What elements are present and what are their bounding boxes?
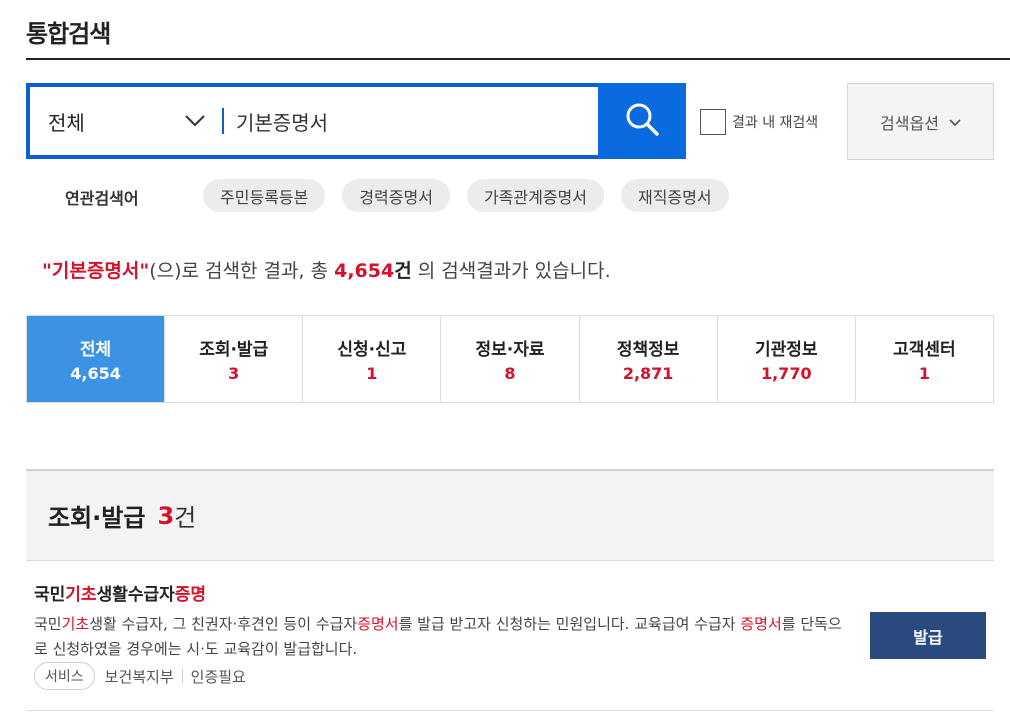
result-keyword-open-quote: " (42, 260, 52, 282)
search-options-button[interactable]: 검색옵션 (847, 83, 994, 160)
tab-all[interactable]: 전체 4,654 (27, 316, 165, 402)
desc-highlight: 기초 (61, 615, 90, 633)
tab-count: 2,871 (622, 364, 674, 383)
tab-application-report[interactable]: 신청·신고 1 (302, 316, 441, 402)
search-options-label: 검색옵션 (880, 113, 939, 133)
search-scope-select[interactable]: 전체 (30, 87, 222, 155)
tab-agency-info[interactable]: 기관정보 1,770 (716, 316, 855, 402)
tab-info-materials[interactable]: 정보·자료 8 (440, 316, 579, 402)
tab-label: 전체 (79, 340, 112, 360)
result-keyword-close-quote: " (139, 260, 150, 282)
tab-count: 1,770 (760, 364, 812, 383)
result-summary-tail: 의 검색결과가 있습니다. (411, 260, 611, 282)
issue-button[interactable]: 발급 (870, 612, 986, 659)
related-keyword-chip[interactable]: 재직증명서 (620, 179, 729, 212)
tab-count: 1 (918, 364, 930, 383)
result-item-description: 국민기초생활 수급자, 그 친권자·후견인 등이 수급자증명서를 발급 받고자 … (34, 612, 846, 662)
search-bar: 전체 (26, 83, 686, 159)
search-within-results[interactable]: 결과 내 재검색 (700, 109, 818, 135)
service-badge: 서비스 (34, 662, 95, 690)
title-text: 생활수급자 (96, 585, 175, 605)
section-header: 조회·발급 3 건 (26, 469, 994, 561)
title-divider (26, 58, 1010, 60)
result-divider (26, 710, 994, 711)
related-keyword-chip[interactable]: 경력증명서 (342, 179, 450, 212)
search-input[interactable] (224, 87, 598, 155)
desc-text: 생활 수급자, 그 친권자·후견인 등이 수급자 (89, 615, 358, 633)
tab-count: 4,654 (70, 364, 121, 383)
search-within-checkbox[interactable] (700, 109, 726, 135)
result-summary-text: (으)로 검색한 결과, 총 (149, 260, 335, 282)
search-within-label: 결과 내 재검색 (732, 115, 819, 131)
page-title: 통합검색 (26, 20, 111, 48)
desc-text: 를 발급 받고자 신청하는 민원입니다. 교육급여 수급자 (398, 615, 741, 633)
result-keyword: 기본증명서 (51, 260, 140, 282)
result-item-meta: 서비스 보건복지부 인증필요 (34, 662, 246, 690)
chevron-down-icon (184, 109, 206, 133)
category-tabs: 전체 4,654 조회·발급 3 신청·신고 1 정보·자료 8 정책정보 2,… (26, 315, 994, 403)
tab-customer-center[interactable]: 고객센터 1 (854, 316, 993, 402)
result-summary: "기본증명서"(으)로 검색한 결과, 총 4,654건 의 검색결과가 있습니… (42, 256, 611, 283)
agency-name: 보건복지부 (104, 667, 174, 686)
related-keyword-chip[interactable]: 주민등록등본 (203, 179, 326, 212)
desc-text: 국민 (34, 615, 62, 633)
tab-policy-info[interactable]: 정책정보 2,871 (578, 316, 717, 402)
tab-label: 신청·신고 (337, 340, 407, 360)
section-count-unit: 건 (174, 504, 197, 532)
result-count-unit: 건 (394, 260, 412, 282)
result-item-title[interactable]: 국민기초생활수급자증명 (34, 580, 206, 605)
chevron-down-icon (949, 112, 961, 131)
tab-count: 8 (504, 364, 516, 383)
related-keywords: 주민등록등본 경력증명서 가족관계증명서 재직증명서 (203, 179, 729, 212)
title-highlight: 기초 (65, 585, 97, 605)
tab-label: 고객센터 (893, 340, 956, 360)
desc-highlight: 증명서 (740, 615, 782, 633)
title-text: 국민 (34, 585, 66, 605)
section-title: 조회·발급 (48, 504, 146, 532)
meta-divider (181, 669, 183, 683)
section-count: 3 (157, 501, 175, 530)
tab-count: 3 (228, 364, 240, 383)
tab-label: 기관정보 (754, 340, 818, 360)
tab-count: 1 (366, 364, 378, 383)
desc-highlight: 증명서 (357, 615, 399, 633)
tab-inquiry-issuance[interactable]: 조회·발급 3 (164, 316, 303, 402)
search-button[interactable] (598, 83, 686, 159)
tab-label: 정책정보 (616, 340, 680, 360)
result-total-count: 4,654 (334, 260, 395, 282)
tab-label: 정보·자료 (475, 340, 545, 360)
related-keywords-label: 연관검색어 (65, 189, 139, 208)
tab-label: 조회·발급 (199, 340, 269, 360)
search-icon (624, 101, 660, 141)
title-highlight: 증명 (174, 585, 207, 605)
related-keyword-chip[interactable]: 가족관계증명서 (466, 179, 604, 212)
auth-required: 인증필요 (190, 667, 246, 686)
search-scope-label: 전체 (48, 110, 85, 135)
